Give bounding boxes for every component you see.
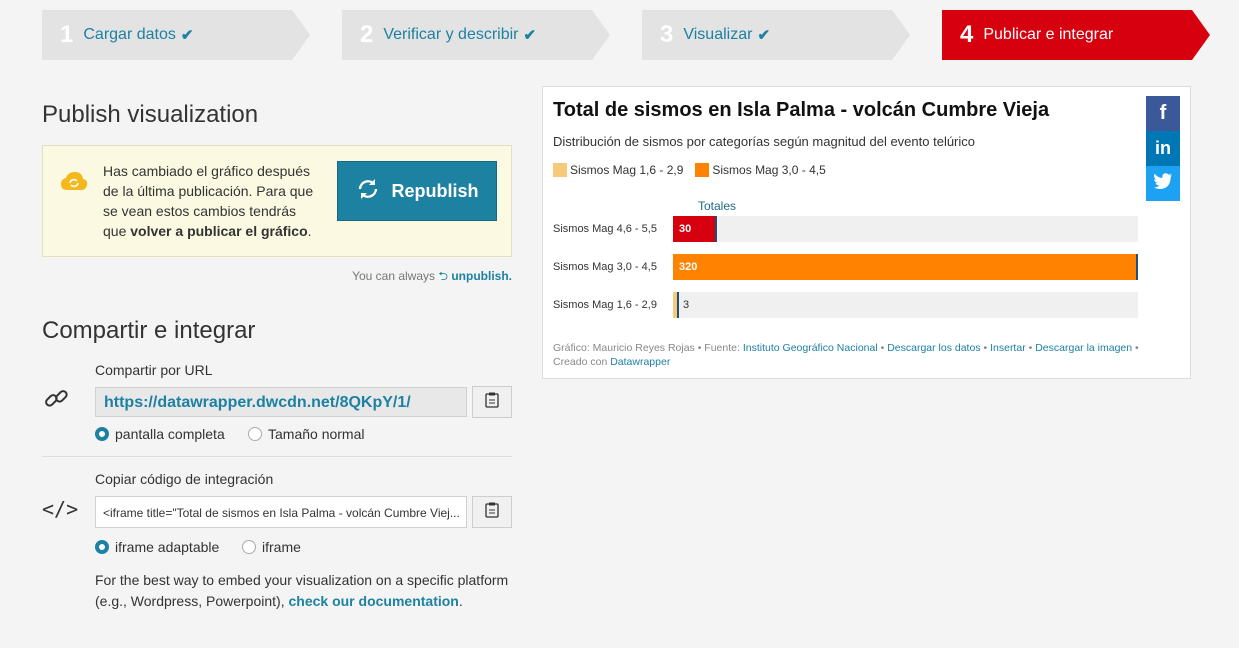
step-verificar[interactable]: 2 Verificar y describir ✔ xyxy=(342,10,610,60)
divider xyxy=(42,456,512,457)
bar-category-label: Sismos Mag 1,6 - 2,9 xyxy=(553,299,657,311)
undo-icon: ⮌ xyxy=(438,269,448,283)
bar-value-label: 3 xyxy=(683,299,690,311)
chart-legend: Sismos Mag 1,6 - 2,9 Sismos Mag 3,0 - 4,… xyxy=(553,163,826,177)
step-label: Cargar datos xyxy=(83,26,176,43)
source-link[interactable]: Instituto Geográfico Nacional xyxy=(743,342,878,354)
chart-preview: Total de sismos en Isla Palma - volcán C… xyxy=(542,86,1191,379)
share-url-field[interactable]: https://datawrapper.dwcdn.net/8QKpY/1/ xyxy=(95,387,467,417)
step-label: Publicar e integrar xyxy=(983,26,1114,43)
embed-code-field[interactable]: <iframe title="Total de sismos en Isla P… xyxy=(95,496,467,528)
download-image-link[interactable]: Descargar la imagen xyxy=(1035,342,1132,354)
notice-message: Has cambiado el gráfico después de la úl… xyxy=(103,163,314,239)
embed-label: Copiar código de integración xyxy=(95,471,274,487)
copy-embed-button[interactable] xyxy=(472,496,512,528)
bar-value-label: 320 xyxy=(679,261,698,273)
twitter-icon xyxy=(1153,172,1173,195)
linkedin-share-button[interactable]: in xyxy=(1146,131,1180,166)
check-icon: ✔ xyxy=(180,27,194,44)
code-icon: </> xyxy=(42,497,79,521)
step-publicar[interactable]: 4 Publicar e integrar xyxy=(942,10,1210,60)
bar-value-label: 30 xyxy=(679,223,692,235)
step-number: 3 xyxy=(660,21,674,48)
step-label: Verificar y describir xyxy=(383,26,519,43)
bar-track: 3 xyxy=(673,292,1138,318)
bar-track: 320 xyxy=(673,254,1138,280)
refresh-icon xyxy=(355,176,381,207)
embed-link[interactable]: Insertar xyxy=(990,342,1026,354)
documentation-link[interactable]: check our documentation xyxy=(288,593,458,609)
legend-item: Sismos Mag 1,6 - 2,9 xyxy=(553,163,683,177)
facebook-icon: f xyxy=(1159,102,1167,124)
republish-notice: Has cambiado el gráfico después de la úl… xyxy=(42,145,512,257)
step-label: Visualizar xyxy=(683,26,753,43)
step-number: 1 xyxy=(60,21,74,48)
linkedin-icon: in xyxy=(1155,138,1171,158)
download-data-link[interactable]: Descargar los datos xyxy=(887,342,980,354)
clipboard-icon xyxy=(485,392,499,413)
step-number: 4 xyxy=(960,21,974,48)
link-icon xyxy=(42,385,70,418)
check-icon: ✔ xyxy=(523,27,537,44)
clipboard-icon xyxy=(485,502,499,523)
check-icon: ✔ xyxy=(757,27,771,44)
radio-iframe-adaptable[interactable]: iframe adaptable xyxy=(95,539,219,555)
bar-category-label: Sismos Mag 4,6 - 5,5 xyxy=(553,223,657,235)
step-number: 2 xyxy=(360,21,374,48)
republish-label: Republish xyxy=(391,180,479,201)
share-title: Compartir e integrar xyxy=(42,317,256,344)
bar xyxy=(673,254,1138,280)
bar-track: 30 xyxy=(673,216,1138,242)
cloud-sync-icon xyxy=(59,170,89,199)
chart-footer: Gráfico: Mauricio Reyes Rojas • Fuente: … xyxy=(553,342,1139,368)
chart-subtitle: Distribución de sismos por categorías se… xyxy=(553,134,976,149)
chart-title: Total de sismos en Isla Palma - volcán C… xyxy=(553,99,1050,121)
copy-url-button[interactable] xyxy=(472,386,512,418)
radio-tamano-normal[interactable]: Tamaño normal xyxy=(248,426,365,442)
facebook-share-button[interactable]: f xyxy=(1146,96,1180,131)
embed-note: For the best way to embed your visualiza… xyxy=(95,572,509,609)
unpublish-hint: You can always ⮌ unpublish. xyxy=(352,269,512,283)
twitter-share-button[interactable] xyxy=(1146,166,1180,201)
bar-category-label: Sismos Mag 3,0 - 4,5 xyxy=(553,261,657,273)
datawrapper-link[interactable]: Datawrapper xyxy=(610,356,670,368)
republish-button[interactable]: Republish xyxy=(337,161,497,221)
radio-pantalla-completa[interactable]: pantalla completa xyxy=(95,426,225,442)
publish-title: Publish visualization xyxy=(42,101,259,128)
url-label: Compartir por URL xyxy=(95,362,213,378)
unpublish-link[interactable]: unpublish. xyxy=(451,269,512,283)
column-header: Totales xyxy=(698,199,737,213)
step-visualizar[interactable]: 3 Visualizar ✔ xyxy=(642,10,910,60)
radio-iframe[interactable]: iframe xyxy=(242,539,301,555)
legend-item: Sismos Mag 3,0 - 4,5 xyxy=(695,163,826,177)
step-cargar-datos[interactable]: 1 Cargar datos ✔ xyxy=(42,10,310,60)
bar xyxy=(673,292,679,318)
